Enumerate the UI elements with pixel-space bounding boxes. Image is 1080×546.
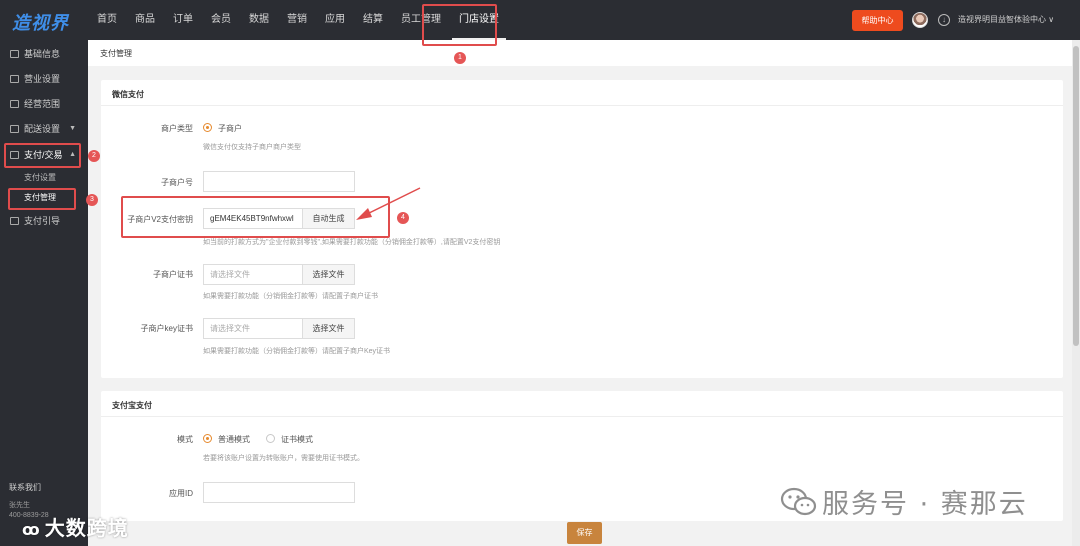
- watermark-logo-icon: ꝏ: [22, 520, 41, 539]
- watermark-big-data-cross-border: ꝏ 大数跨境: [22, 516, 129, 540]
- watermark-service-account: 服务号 · 赛那云: [780, 482, 1028, 521]
- annotation-arrow: [356, 187, 421, 220]
- wechat-icon: [780, 487, 817, 516]
